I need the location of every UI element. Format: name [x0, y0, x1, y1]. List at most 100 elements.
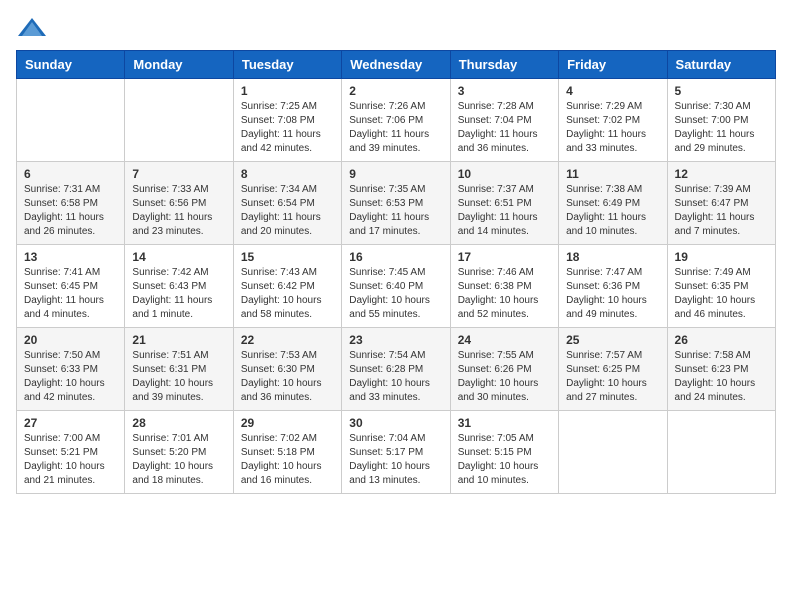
day-cell	[559, 411, 667, 494]
day-cell: 3 Sunrise: 7:28 AMSunset: 7:04 PMDaylight…	[450, 79, 558, 162]
day-cell: 30 Sunrise: 7:04 AMSunset: 5:17 PMDayligh…	[342, 411, 450, 494]
day-number: 30	[349, 416, 442, 430]
day-number: 4	[566, 84, 659, 98]
day-cell: 16 Sunrise: 7:45 AMSunset: 6:40 PMDayligh…	[342, 245, 450, 328]
day-number: 20	[24, 333, 117, 347]
day-number: 18	[566, 250, 659, 264]
day-cell: 11 Sunrise: 7:38 AMSunset: 6:49 PMDayligh…	[559, 162, 667, 245]
cell-content: Sunrise: 7:51 AMSunset: 6:31 PMDaylight:…	[132, 349, 225, 405]
day-cell: 7 Sunrise: 7:33 AMSunset: 6:56 PMDaylight…	[125, 162, 233, 245]
logo-icon	[18, 16, 46, 38]
day-number: 24	[458, 333, 551, 347]
cell-content: Sunrise: 7:02 AMSunset: 5:18 PMDaylight:…	[241, 432, 334, 488]
day-number: 16	[349, 250, 442, 264]
day-cell: 18 Sunrise: 7:47 AMSunset: 6:36 PMDayligh…	[559, 245, 667, 328]
day-cell: 1 Sunrise: 7:25 AMSunset: 7:08 PMDaylight…	[233, 79, 341, 162]
cell-content: Sunrise: 7:47 AMSunset: 6:36 PMDaylight:…	[566, 266, 659, 322]
page-header	[16, 16, 776, 38]
day-cell	[125, 79, 233, 162]
cell-content: Sunrise: 7:50 AMSunset: 6:33 PMDaylight:…	[24, 349, 117, 405]
cell-content: Sunrise: 7:34 AMSunset: 6:54 PMDaylight:…	[241, 183, 334, 239]
day-cell: 6 Sunrise: 7:31 AMSunset: 6:58 PMDaylight…	[17, 162, 125, 245]
cell-content: Sunrise: 7:49 AMSunset: 6:35 PMDaylight:…	[675, 266, 768, 322]
cell-content: Sunrise: 7:28 AMSunset: 7:04 PMDaylight:…	[458, 100, 551, 156]
day-number: 13	[24, 250, 117, 264]
day-number: 23	[349, 333, 442, 347]
day-number: 1	[241, 84, 334, 98]
cell-content: Sunrise: 7:29 AMSunset: 7:02 PMDaylight:…	[566, 100, 659, 156]
cell-content: Sunrise: 7:00 AMSunset: 5:21 PMDaylight:…	[24, 432, 117, 488]
day-cell: 20 Sunrise: 7:50 AMSunset: 6:33 PMDayligh…	[17, 328, 125, 411]
day-cell: 12Sunrise: 7:39 AMSunset: 6:47 PMDayligh…	[667, 162, 775, 245]
day-number: 6	[24, 167, 117, 181]
cell-content: Sunrise: 7:37 AMSunset: 6:51 PMDaylight:…	[458, 183, 551, 239]
header-row: SundayMondayTuesdayWednesdayThursdayFrid…	[17, 51, 776, 79]
day-cell	[667, 411, 775, 494]
day-number: 26	[675, 333, 768, 347]
day-cell: 31Sunrise: 7:05 AMSunset: 5:15 PMDayligh…	[450, 411, 558, 494]
cell-content: Sunrise: 7:05 AMSunset: 5:15 PMDaylight:…	[458, 432, 551, 488]
week-row-5: 27 Sunrise: 7:00 AMSunset: 5:21 PMDayligh…	[17, 411, 776, 494]
cell-content: Sunrise: 7:33 AMSunset: 6:56 PMDaylight:…	[132, 183, 225, 239]
day-cell	[17, 79, 125, 162]
day-number: 14	[132, 250, 225, 264]
week-row-2: 6 Sunrise: 7:31 AMSunset: 6:58 PMDaylight…	[17, 162, 776, 245]
day-cell: 2Sunrise: 7:26 AMSunset: 7:06 PMDaylight…	[342, 79, 450, 162]
day-cell: 25 Sunrise: 7:57 AMSunset: 6:25 PMDayligh…	[559, 328, 667, 411]
day-number: 12	[675, 167, 768, 181]
day-number: 5	[675, 84, 768, 98]
day-cell: 22Sunrise: 7:53 AMSunset: 6:30 PMDayligh…	[233, 328, 341, 411]
col-header-sunday: Sunday	[17, 51, 125, 79]
col-header-friday: Friday	[559, 51, 667, 79]
cell-content: Sunrise: 7:04 AMSunset: 5:17 PMDaylight:…	[349, 432, 442, 488]
cell-content: Sunrise: 7:31 AMSunset: 6:58 PMDaylight:…	[24, 183, 117, 239]
day-cell: 19Sunrise: 7:49 AMSunset: 6:35 PMDayligh…	[667, 245, 775, 328]
day-number: 25	[566, 333, 659, 347]
day-cell: 5 Sunrise: 7:30 AMSunset: 7:00 PMDaylight…	[667, 79, 775, 162]
cell-content: Sunrise: 7:57 AMSunset: 6:25 PMDaylight:…	[566, 349, 659, 405]
cell-content: Sunrise: 7:54 AMSunset: 6:28 PMDaylight:…	[349, 349, 442, 405]
col-header-tuesday: Tuesday	[233, 51, 341, 79]
day-number: 22	[241, 333, 334, 347]
day-cell: 15 Sunrise: 7:43 AMSunset: 6:42 PMDayligh…	[233, 245, 341, 328]
day-cell: 8 Sunrise: 7:34 AMSunset: 6:54 PMDaylight…	[233, 162, 341, 245]
day-number: 7	[132, 167, 225, 181]
day-number: 15	[241, 250, 334, 264]
day-cell: 26 Sunrise: 7:58 AMSunset: 6:23 PMDayligh…	[667, 328, 775, 411]
cell-content: Sunrise: 7:01 AMSunset: 5:20 PMDaylight:…	[132, 432, 225, 488]
day-number: 17	[458, 250, 551, 264]
day-number: 8	[241, 167, 334, 181]
day-number: 27	[24, 416, 117, 430]
cell-content: Sunrise: 7:43 AMSunset: 6:42 PMDaylight:…	[241, 266, 334, 322]
cell-content: Sunrise: 7:58 AMSunset: 6:23 PMDaylight:…	[675, 349, 768, 405]
cell-content: Sunrise: 7:45 AMSunset: 6:40 PMDaylight:…	[349, 266, 442, 322]
cell-content: Sunrise: 7:38 AMSunset: 6:49 PMDaylight:…	[566, 183, 659, 239]
cell-content: Sunrise: 7:41 AMSunset: 6:45 PMDaylight:…	[24, 266, 117, 322]
day-number: 28	[132, 416, 225, 430]
day-cell: 28 Sunrise: 7:01 AMSunset: 5:20 PMDayligh…	[125, 411, 233, 494]
cell-content: Sunrise: 7:55 AMSunset: 6:26 PMDaylight:…	[458, 349, 551, 405]
day-cell: 21Sunrise: 7:51 AMSunset: 6:31 PMDayligh…	[125, 328, 233, 411]
day-cell: 24 Sunrise: 7:55 AMSunset: 6:26 PMDayligh…	[450, 328, 558, 411]
day-cell: 10 Sunrise: 7:37 AMSunset: 6:51 PMDayligh…	[450, 162, 558, 245]
day-cell: 14 Sunrise: 7:42 AMSunset: 6:43 PMDayligh…	[125, 245, 233, 328]
day-number: 9	[349, 167, 442, 181]
day-number: 3	[458, 84, 551, 98]
day-number: 11	[566, 167, 659, 181]
week-row-1: 1 Sunrise: 7:25 AMSunset: 7:08 PMDaylight…	[17, 79, 776, 162]
week-row-3: 13 Sunrise: 7:41 AMSunset: 6:45 PMDayligh…	[17, 245, 776, 328]
calendar-table: SundayMondayTuesdayWednesdayThursdayFrid…	[16, 50, 776, 494]
cell-content: Sunrise: 7:25 AMSunset: 7:08 PMDaylight:…	[241, 100, 334, 156]
day-number: 10	[458, 167, 551, 181]
col-header-saturday: Saturday	[667, 51, 775, 79]
cell-content: Sunrise: 7:30 AMSunset: 7:00 PMDaylight:…	[675, 100, 768, 156]
day-cell: 27 Sunrise: 7:00 AMSunset: 5:21 PMDayligh…	[17, 411, 125, 494]
col-header-wednesday: Wednesday	[342, 51, 450, 79]
day-number: 2	[349, 84, 442, 98]
col-header-monday: Monday	[125, 51, 233, 79]
day-number: 29	[241, 416, 334, 430]
cell-content: Sunrise: 7:42 AMSunset: 6:43 PMDaylight:…	[132, 266, 225, 322]
day-cell: 13 Sunrise: 7:41 AMSunset: 6:45 PMDayligh…	[17, 245, 125, 328]
day-cell: 9Sunrise: 7:35 AMSunset: 6:53 PMDaylight…	[342, 162, 450, 245]
day-cell: 29 Sunrise: 7:02 AMSunset: 5:18 PMDayligh…	[233, 411, 341, 494]
